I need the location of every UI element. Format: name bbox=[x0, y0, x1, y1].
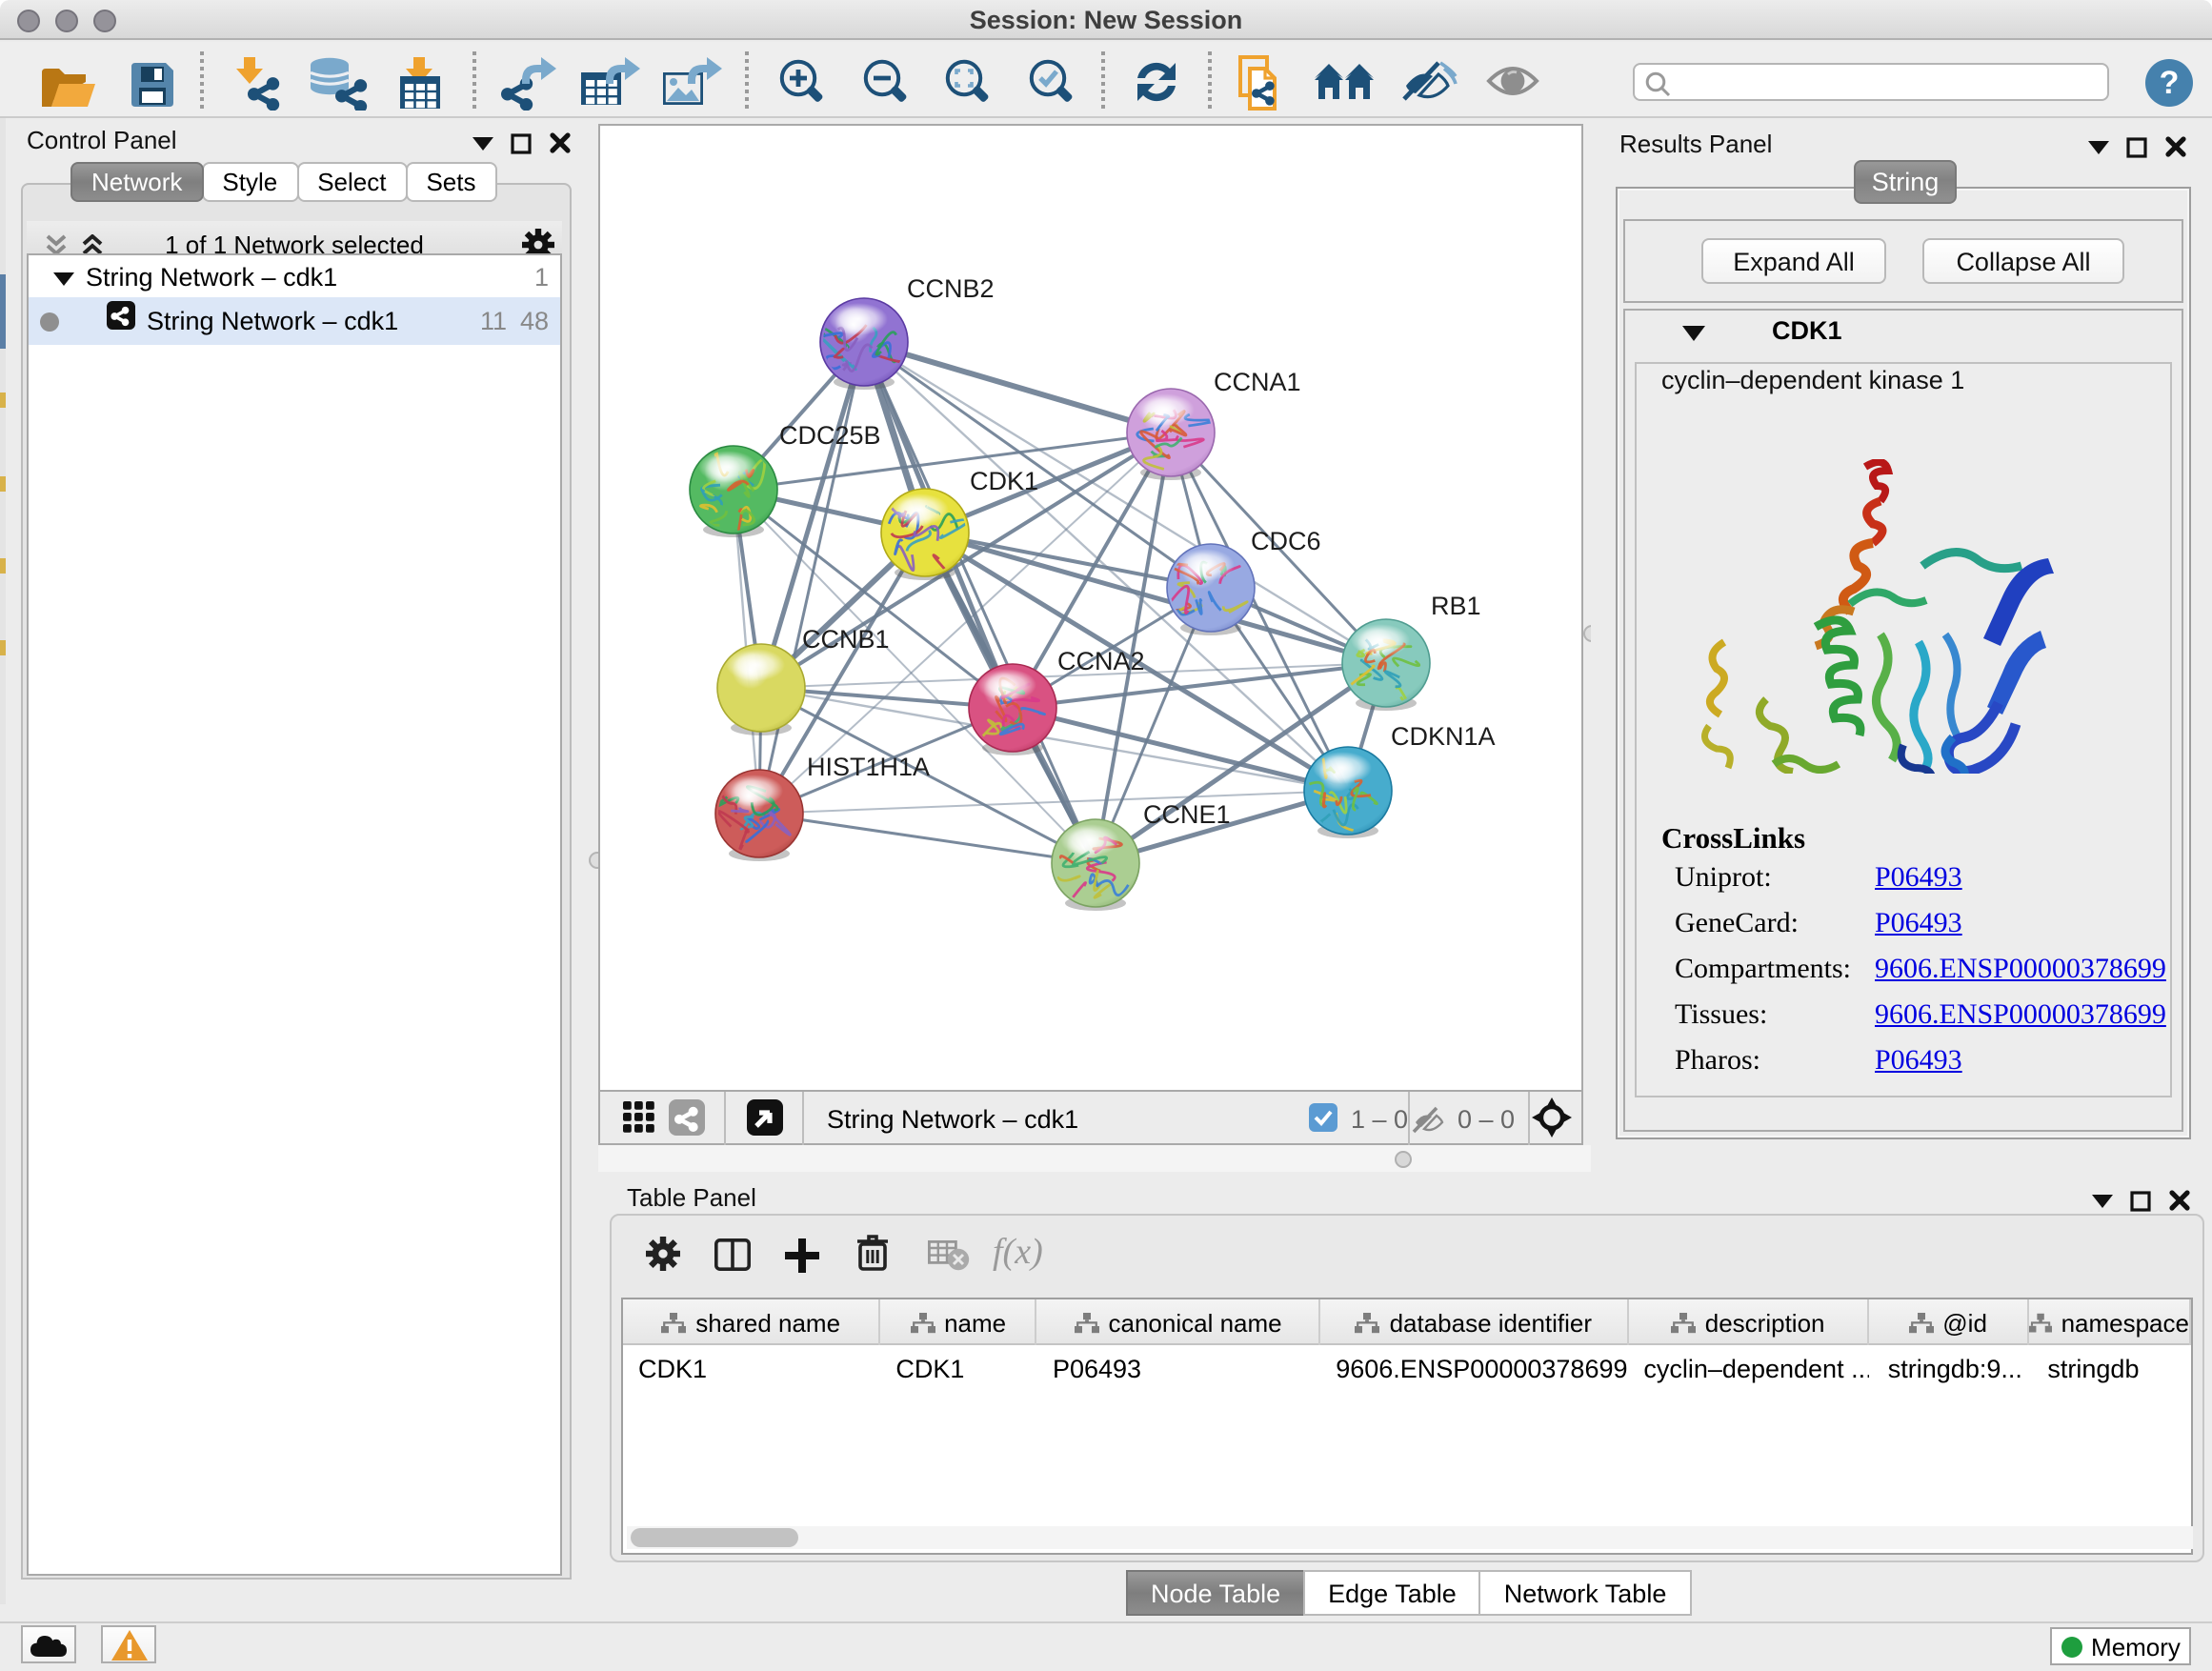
svg-text:CCNA2: CCNA2 bbox=[1057, 647, 1145, 675]
svg-text:HIST1H1A: HIST1H1A bbox=[807, 753, 930, 781]
svg-text:CDKN1A: CDKN1A bbox=[1391, 722, 1496, 751]
svg-text:CDC6: CDC6 bbox=[1251, 527, 1321, 555]
svg-text:CCNE1: CCNE1 bbox=[1143, 800, 1231, 829]
svg-text:CCNB2: CCNB2 bbox=[907, 274, 995, 303]
svg-text:CDC25B: CDC25B bbox=[779, 421, 881, 450]
svg-text:RB1: RB1 bbox=[1431, 592, 1481, 620]
svg-text:CCNA1: CCNA1 bbox=[1214, 368, 1301, 396]
svg-text:CDK1: CDK1 bbox=[970, 467, 1038, 495]
svg-text:CCNB1: CCNB1 bbox=[802, 625, 890, 654]
